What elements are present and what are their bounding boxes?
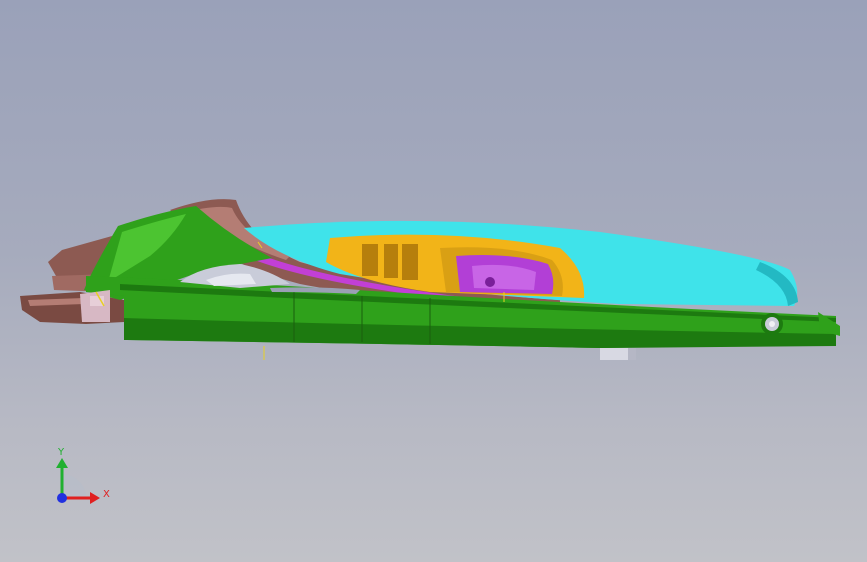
cad-viewport[interactable]: Y X	[0, 0, 867, 562]
coordinate-triad: Y X	[56, 447, 110, 504]
x-axis-arrow-icon	[90, 492, 100, 504]
y-axis-arrow-icon	[56, 458, 68, 468]
triad-arc-icon	[62, 474, 86, 498]
z-axis-icon	[57, 493, 67, 503]
y-axis-label: Y	[57, 447, 65, 458]
x-axis-label: X	[103, 489, 110, 500]
